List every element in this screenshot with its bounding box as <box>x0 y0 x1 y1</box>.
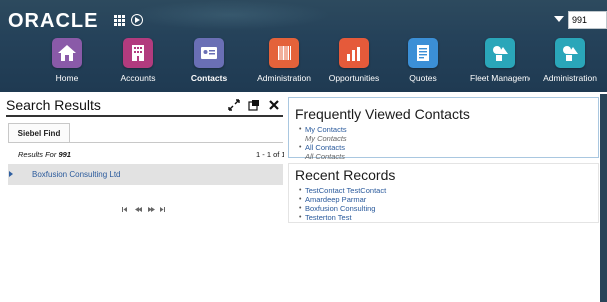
frequently-viewed-card: Frequently Viewed Contacts My Contacts M… <box>288 97 599 161</box>
nav-quotes-label: Quotes <box>409 73 437 83</box>
first-page-icon[interactable] <box>122 207 127 212</box>
nav-fleet-management-label: Fleet Manageme <box>470 73 530 83</box>
bar-chart-icon <box>339 38 369 68</box>
global-search-input[interactable] <box>568 11 607 29</box>
contact-card-icon <box>194 38 224 68</box>
nav-opportunities-label: Opportunities <box>328 73 380 83</box>
list-item-link[interactable]: My Contacts <box>299 125 347 134</box>
nav-contacts-label: Contacts <box>190 73 228 83</box>
recent-records-card: Recent Records TestContact TestContact A… <box>288 163 599 223</box>
nav-accounts-label: Accounts <box>120 73 156 83</box>
frequently-viewed-list: My Contacts My Contacts All Contacts All… <box>299 125 347 161</box>
app-grid-icon[interactable] <box>114 15 125 26</box>
title-divider <box>6 115 283 117</box>
prev-page-icon[interactable] <box>135 207 142 212</box>
list-item-link[interactable]: Testerton Test <box>299 213 386 222</box>
barcode-icon <box>269 38 299 68</box>
recent-records-title: Recent Records <box>295 167 396 183</box>
last-page-icon[interactable] <box>160 207 165 212</box>
list-item-link[interactable]: Boxfusion Consulting <box>299 204 386 213</box>
app-header: ORACLE Home Accounts <box>0 0 607 92</box>
shapes-icon <box>485 38 515 68</box>
window-edge <box>600 94 607 302</box>
recent-records-list: TestContact TestContact Amardeep Parmar … <box>299 186 386 222</box>
list-item-link[interactable]: TestContact TestContact <box>299 186 386 195</box>
detach-icon[interactable] <box>248 98 260 111</box>
results-count: 1 - 1 of 1 <box>256 150 286 159</box>
nav-opportunities[interactable]: Opportunities <box>324 38 384 88</box>
nav-administration-2[interactable]: Administration <box>540 38 600 88</box>
list-item-link[interactable]: All Contacts <box>299 143 347 152</box>
row-selected-marker-icon <box>9 171 13 177</box>
pager-controls <box>122 207 165 212</box>
search-results-panel: Search Results Siebel Find Results For 9… <box>0 94 286 302</box>
building-icon <box>123 38 153 68</box>
home-content-area: Frequently Viewed Contacts My Contacts M… <box>284 95 607 302</box>
results-for-label: Results For 991 <box>18 150 71 159</box>
play-circle-icon[interactable] <box>131 14 143 26</box>
nav-administration-2-label: Administration <box>543 73 597 83</box>
next-page-icon[interactable] <box>148 207 155 212</box>
nav-administration-label: Administration <box>257 73 311 83</box>
tab-siebel-find[interactable]: Siebel Find <box>8 123 70 143</box>
shapes-icon <box>555 38 585 68</box>
results-query: 991 <box>58 150 71 159</box>
nav-home-label: Home <box>55 73 79 83</box>
nav-contacts[interactable]: Contacts <box>179 38 239 88</box>
list-item-subtext: My Contacts <box>305 134 347 143</box>
search-results-title: Search Results <box>6 97 101 113</box>
table-row[interactable]: Boxfusion Consulting Ltd <box>8 164 283 185</box>
nav-accounts[interactable]: Accounts <box>108 38 168 88</box>
result-link[interactable]: Boxfusion Consulting Ltd <box>32 170 121 179</box>
results-for-text: Results For <box>18 150 57 159</box>
document-icon <box>408 38 438 68</box>
frequently-viewed-title: Frequently Viewed Contacts <box>295 106 470 122</box>
pager <box>122 201 166 212</box>
nav-administration[interactable]: Administration <box>254 38 314 88</box>
oracle-logo: ORACLE <box>8 10 99 32</box>
home-icon <box>52 38 82 68</box>
nav-quotes[interactable]: Quotes <box>393 38 453 88</box>
close-icon[interactable] <box>268 98 280 110</box>
list-item-subtext: All Contacts <box>305 152 346 161</box>
list-item-link[interactable]: Amardeep Parmar <box>299 195 386 204</box>
expand-icon[interactable] <box>228 98 240 111</box>
nav-home[interactable]: Home <box>37 38 97 88</box>
tab-underline <box>8 142 283 143</box>
search-scope-dropdown-icon[interactable] <box>554 16 564 22</box>
nav-fleet-management[interactable]: Fleet Manageme <box>470 38 530 88</box>
